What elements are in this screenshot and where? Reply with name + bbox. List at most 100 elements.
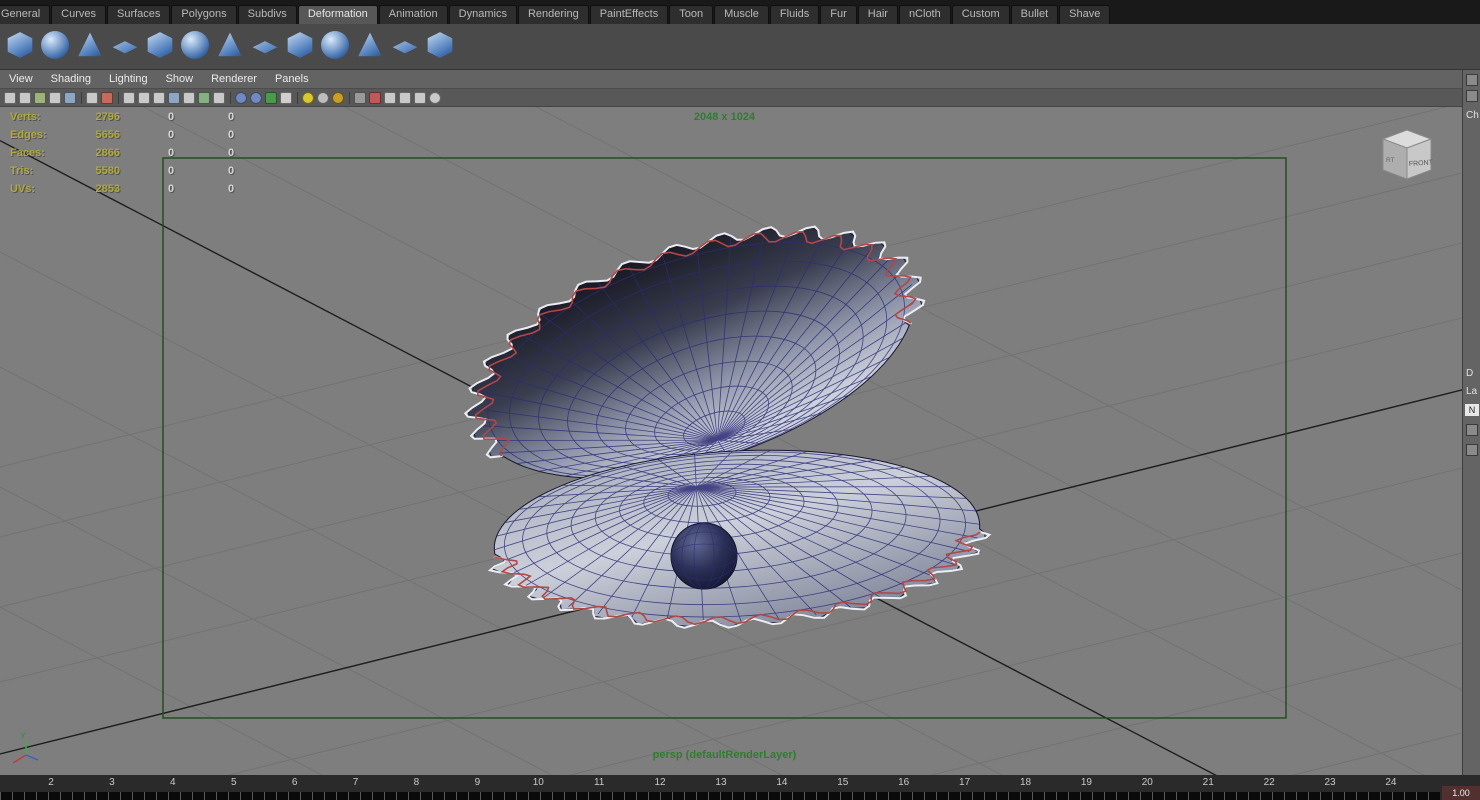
fill-render-icon[interactable]: [235, 91, 247, 104]
jiggle-icon[interactable]: [354, 29, 386, 61]
shelf-tab-hair[interactable]: Hair: [857, 5, 898, 24]
safe-title-icon[interactable]: [213, 91, 225, 104]
grid-icon[interactable]: [123, 91, 135, 104]
wave-icon[interactable]: [249, 29, 281, 61]
shelf-tab-rendering[interactable]: Rendering: [517, 5, 589, 24]
frame-label: 6: [291, 777, 298, 788]
layers-tab-label[interactable]: La: [1466, 386, 1477, 397]
shelf-tab-curves[interactable]: Curves: [51, 5, 106, 24]
shelf-tab-custom[interactable]: Custom: [951, 5, 1010, 24]
frame-label: 13: [715, 777, 727, 788]
shelf-tab-general[interactable]: General: [0, 5, 51, 24]
panel-menu-lighting[interactable]: Lighting: [100, 73, 157, 85]
bend-icon-glyph: [112, 41, 138, 54]
lock-camera-icon[interactable]: [19, 91, 31, 104]
softmod-icon[interactable]: [319, 29, 351, 61]
film-gate-icon[interactable]: [138, 91, 150, 104]
cluster-icon-glyph: [287, 32, 313, 58]
shelf-tab-dynamics[interactable]: Dynamics: [448, 5, 517, 24]
camera-attributes-icon[interactable]: [34, 91, 46, 104]
panel-menu-renderer[interactable]: Renderer: [202, 73, 266, 85]
snapshot-icon[interactable]: [414, 91, 426, 104]
wrap-icon[interactable]: [39, 29, 71, 61]
time-slider[interactable]: 2 3 4 5 6 7 8 9 10 11 12 13 14 15 16 17 18 19 20 21 22 23 24 1…: [0, 775, 1480, 800]
viewport-toolbar: [0, 89, 1462, 107]
frame-label: 18: [1019, 777, 1032, 788]
layer-toggle-icon[interactable]: [1466, 424, 1478, 436]
bend-icon[interactable]: [109, 29, 141, 61]
jiggle-icon-glyph: [358, 32, 382, 57]
shelf-tab-bullet[interactable]: Bullet: [1010, 5, 1059, 24]
channel-box-tab-label[interactable]: Ch: [1466, 110, 1479, 121]
hud-row-faces: Faces: 2866 0 0: [10, 147, 235, 159]
viewport-persp[interactable]: y Verts: 2796 0 0 Edges: 5656 0 0 Faces: 2866 0 0 Tr…: [0, 107, 1462, 775]
shelf-tab-painteffects[interactable]: PaintEffects: [589, 5, 669, 24]
view-cube-side-label: RT: [1386, 157, 1395, 164]
shelf-tab-subdivs[interactable]: Subdivs: [237, 5, 297, 24]
frame-labels: 2 3 4 5 6 7 8 9 10 11 12 13 14 15 16 17 18 19 20 21 22 23 24: [42, 777, 1400, 788]
flare-icon-glyph: [78, 32, 102, 57]
shelf-tab-ncloth[interactable]: nCloth: [898, 5, 951, 24]
select-camera-icon[interactable]: [4, 91, 16, 104]
use-default-material-icon[interactable]: [265, 91, 277, 104]
sculpt-deformer-icon[interactable]: [424, 29, 456, 61]
twist-icon[interactable]: [214, 29, 246, 61]
image-plane-icon[interactable]: [64, 91, 76, 104]
wire-icon[interactable]: [389, 29, 421, 61]
panel-options-icon[interactable]: [1466, 90, 1478, 102]
frame-label: 10: [532, 777, 544, 788]
shelf-tab-muscle[interactable]: Muscle: [714, 5, 769, 24]
shelf-tab-animation[interactable]: Animation: [378, 5, 448, 24]
cluster-icon[interactable]: [284, 29, 316, 61]
isolate-select-icon[interactable]: [369, 91, 381, 104]
frame-label: 15: [837, 777, 849, 788]
squash-icon[interactable]: [179, 29, 211, 61]
frame-label: 14: [776, 777, 788, 788]
all-lights-icon[interactable]: [332, 91, 344, 104]
pin-panel-icon[interactable]: [1466, 74, 1478, 86]
shelf-tab-toon[interactable]: Toon: [669, 5, 714, 24]
shelf-tab-fur[interactable]: Fur: [820, 5, 857, 24]
layer-color-icon[interactable]: [1466, 444, 1478, 456]
layer-mode-dropdown[interactable]: N: [1465, 404, 1479, 416]
wire-icon-glyph: [392, 41, 418, 54]
bookmarks-icon[interactable]: [49, 91, 61, 104]
shelf-tab-polygons[interactable]: Polygons: [171, 5, 237, 24]
panel-menu-shading[interactable]: Shading: [42, 73, 100, 85]
toolbar-separator: [297, 91, 298, 104]
shelf-tab-surfaces[interactable]: Surfaces: [106, 5, 171, 24]
time-slider-ticks[interactable]: [0, 792, 1440, 800]
view-cube[interactable]: RT FRONT: [1372, 123, 1438, 187]
flare-icon[interactable]: [74, 29, 106, 61]
shadows-icon[interactable]: [354, 91, 366, 104]
wireframe-on-shaded-icon[interactable]: [384, 91, 396, 104]
frame-label: 20: [1141, 777, 1153, 788]
field-chart-icon[interactable]: [183, 91, 195, 104]
panel-menu-view[interactable]: View: [0, 73, 42, 85]
twist-icon-glyph: [218, 32, 242, 57]
resolution-gate-icon[interactable]: [153, 91, 165, 104]
xray-icon[interactable]: [280, 91, 292, 104]
panel-menu-panels[interactable]: Panels: [266, 73, 318, 85]
toolbar-separator: [118, 91, 119, 104]
playback-rate-field[interactable]: 1.00: [1442, 786, 1480, 800]
lattice-icon[interactable]: [4, 29, 36, 61]
share-view-icon[interactable]: [429, 91, 441, 104]
plugin-filter-icon[interactable]: [399, 91, 411, 104]
toolbar-separator: [81, 91, 82, 104]
no-lights-icon[interactable]: [302, 91, 314, 104]
default-lighting-icon[interactable]: [317, 91, 329, 104]
shelf-tab-shave[interactable]: Shave: [1059, 5, 1111, 24]
shelf-tab-fluids[interactable]: Fluids: [769, 5, 820, 24]
toolbar-separator: [230, 91, 231, 104]
sine-icon[interactable]: [144, 29, 176, 61]
shelf-tab-bar: General Curves Surfaces Polygons Subdivs Defo…: [0, 0, 1480, 24]
grease-pencil-icon[interactable]: [101, 91, 113, 104]
textured-icon[interactable]: [250, 91, 262, 104]
panel-menu-show[interactable]: Show: [157, 73, 203, 85]
2d-pan-zoom-icon[interactable]: [86, 91, 98, 104]
display-tab-label[interactable]: D: [1466, 368, 1473, 379]
safe-action-icon[interactable]: [198, 91, 210, 104]
shelf-tab-deformation[interactable]: Deformation: [297, 5, 378, 24]
gate-mask-icon[interactable]: [168, 91, 180, 104]
